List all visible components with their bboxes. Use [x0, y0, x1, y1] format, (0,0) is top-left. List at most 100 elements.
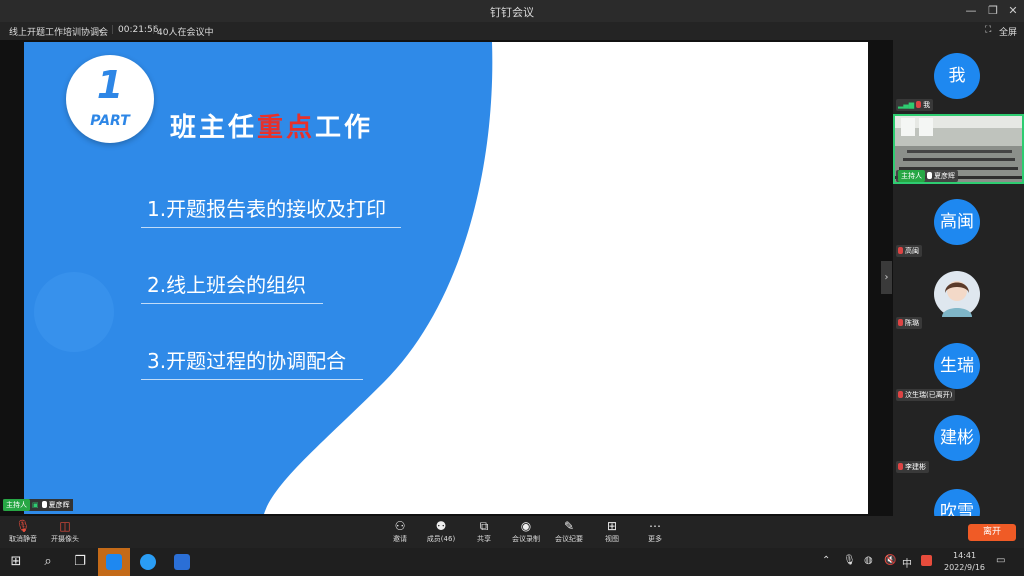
- invite-button[interactable]: ⚇ 邀请: [388, 519, 412, 544]
- participant-tag: 主持人 夏彦辉: [896, 170, 958, 182]
- shared-slide: 1 PART 班主任重点工作 1.开题报告表的接收及打印 2.线上班会的组织 3…: [24, 42, 868, 514]
- meeting-toolbar: 🎙 取消静音 ◫ 开摄像头 ⚇ 邀请 ⚉ 成员(46) ⧉ 共享 ◉ 会议录制 ✎ 会议纪要 …: [0, 516, 1024, 548]
- participant-panel: 我 ▂▄▆ 我 主持人 夏彦辉 高闽 高闽 陈璐 生瑞 汶生瑞(已离开) 建彬 …: [893, 40, 1024, 516]
- more-icon: ⋯: [649, 519, 661, 533]
- participant-card[interactable]: 我 ▂▄▆ 我: [893, 42, 1024, 112]
- camera-label: 开摄像头: [51, 535, 79, 543]
- minutes-label: 会议纪要: [555, 535, 583, 543]
- record-label: 会议录制: [512, 535, 540, 543]
- participant-name: 我: [923, 101, 931, 109]
- dingtalk-app-icon[interactable]: [98, 548, 130, 576]
- task-view-icon[interactable]: ❐: [64, 548, 96, 576]
- presenter-tag: 主持人 ▣ 夏彦辉: [3, 499, 73, 511]
- os-taskbar: ⊞ ⌕ ❐ ⌃ 🎙 ◍ 🔇 中 14:41 2022/9/16 ▭: [0, 548, 1024, 576]
- volume-muted-icon[interactable]: 🔇: [884, 555, 896, 566]
- signal-icon: ▂▄▆: [898, 101, 915, 109]
- avatar: 生瑞: [934, 343, 980, 389]
- more-button[interactable]: ⋯ 更多: [644, 519, 666, 544]
- close-button[interactable]: ✕: [1000, 0, 1024, 22]
- fullscreen-label[interactable]: 全屏: [999, 25, 1017, 38]
- search-icon[interactable]: ⌕: [32, 548, 64, 576]
- minutes-button[interactable]: ✎ 会议纪要: [554, 519, 584, 544]
- attendee-count: 40人在会议中: [157, 28, 214, 38]
- collapse-panel-handle[interactable]: ›: [881, 261, 892, 294]
- view-button[interactable]: ⊞ 视图: [601, 519, 623, 544]
- slide-item: 2.线上班会的组织: [147, 273, 307, 297]
- unmute-button[interactable]: 🎙 取消静音: [8, 519, 38, 544]
- avatar-photo: [934, 271, 980, 317]
- leave-button[interactable]: 离开: [968, 524, 1016, 541]
- members-icon: ⚉: [435, 519, 447, 533]
- window-title: 钉钉会议: [490, 6, 534, 19]
- part-number: 1: [96, 63, 124, 107]
- participant-tag: 李建彬: [896, 461, 929, 473]
- mic-icon: [927, 172, 932, 179]
- unmute-label: 取消静音: [9, 535, 37, 543]
- fullscreen-icon[interactable]: ⛶: [985, 25, 991, 35]
- microphone-icon[interactable]: 🎙: [843, 555, 856, 566]
- heading-suffix: 工作: [315, 113, 374, 143]
- title-bar: 钉钉会议 — ❐ ✕: [0, 0, 1024, 22]
- part-label: PART: [90, 113, 130, 129]
- share-button[interactable]: ⧉ 共享: [473, 519, 495, 544]
- avatar: 高闽: [934, 199, 980, 245]
- meeting-name[interactable]: 线上开题工作培训协调会: [9, 25, 108, 38]
- invite-icon: ⚇: [394, 519, 406, 533]
- share-screen-icon: ⧉: [479, 519, 489, 533]
- heading-prefix: 班主任: [170, 113, 258, 143]
- participant-name: 李建彬: [905, 463, 926, 471]
- meeting-info-bar: 线上开题工作培训协调会 ⌄ | 00:21:56 | 40人在会议中 ⛶ 全屏: [0, 22, 1024, 40]
- meeting-app-icon[interactable]: [132, 548, 164, 576]
- participant-name: 汶生瑞(已离开): [905, 391, 953, 399]
- wps-app-icon[interactable]: [166, 548, 198, 576]
- presenter-name: 夏彦辉: [48, 501, 70, 509]
- participant-tag: ▂▄▆ 我: [896, 99, 934, 111]
- mic-muted-icon: [898, 391, 903, 398]
- participant-card[interactable]: 高闽 高闽: [893, 188, 1024, 258]
- minutes-icon: ✎: [563, 519, 575, 533]
- item-underline: [141, 303, 323, 304]
- notification-icon[interactable]: ▭: [996, 555, 1005, 566]
- host-badge: 主持人: [898, 170, 925, 182]
- mic-muted-icon: [898, 319, 903, 326]
- ime-indicator[interactable]: 中: [902, 555, 912, 570]
- clock-date[interactable]: 2022/9/16: [944, 563, 985, 572]
- heading-highlight: 重点: [257, 113, 316, 143]
- sogou-ime-icon[interactable]: [921, 555, 932, 569]
- participant-card-active-speaker[interactable]: 主持人 夏彦辉: [893, 114, 1024, 184]
- mic-icon: [41, 501, 47, 508]
- slide-heading: 班主任重点工作: [170, 107, 373, 144]
- network-icon[interactable]: ◍: [864, 555, 873, 566]
- mic-muted-icon: [898, 463, 903, 470]
- grid-view-icon: ⊞: [606, 519, 618, 533]
- more-label: 更多: [648, 535, 662, 543]
- item-underline: [141, 227, 401, 228]
- chevron-down-icon[interactable]: ⌄: [97, 25, 105, 35]
- mic-muted-icon: 🎙: [15, 519, 31, 533]
- avatar: 建彬: [934, 415, 980, 461]
- participant-name: 陈璐: [905, 319, 919, 327]
- record-icon: ◉: [520, 519, 532, 533]
- clock-time[interactable]: 14:41: [953, 551, 976, 560]
- participant-name: 夏彦辉: [934, 172, 955, 180]
- item-underline: [141, 379, 363, 380]
- participant-tag: 高闽: [896, 245, 922, 257]
- participant-card[interactable]: 吹雪: [893, 478, 1024, 516]
- participant-name: 高闽: [905, 247, 919, 255]
- divider: |: [152, 25, 156, 35]
- divider: |: [111, 25, 115, 35]
- avatar: 吹雪: [934, 489, 980, 516]
- participant-card[interactable]: 建彬 李建彬: [893, 404, 1024, 474]
- members-label: 成员(46): [426, 535, 456, 543]
- camera-off-icon: ◫: [59, 519, 71, 533]
- windows-start-icon[interactable]: ⊞: [0, 548, 32, 576]
- avatar: 我: [934, 53, 980, 99]
- members-button[interactable]: ⚉ 成员(46): [425, 519, 457, 544]
- participant-card[interactable]: 陈璐: [893, 260, 1024, 330]
- camera-button[interactable]: ◫ 开摄像头: [50, 519, 80, 544]
- record-button[interactable]: ◉ 会议录制: [511, 519, 541, 544]
- participant-tag: 汶生瑞(已离开): [896, 389, 956, 401]
- slide-item: 3.开题过程的协调配合: [147, 349, 347, 373]
- participant-card[interactable]: 生瑞 汶生瑞(已离开): [893, 332, 1024, 402]
- chevron-up-icon[interactable]: ⌃: [822, 555, 830, 566]
